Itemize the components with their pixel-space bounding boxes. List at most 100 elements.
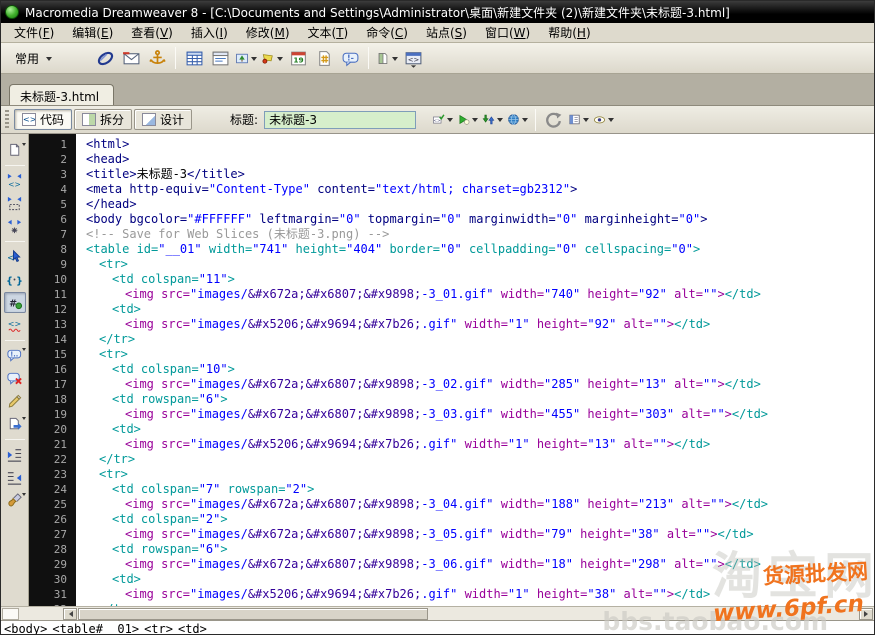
media-icon[interactable]: [260, 46, 284, 70]
design-view-button[interactable]: 设计: [134, 109, 192, 130]
menu-item-site[interactable]: 站点(S): [417, 22, 476, 43]
scroll-left-button[interactable]: [63, 608, 77, 620]
code-line: <td>: [86, 572, 874, 587]
menu-bar: 文件(F)编辑(E)查看(V)插入(I)修改(M)文本(T)命令(C)站点(S)…: [1, 23, 874, 43]
code-line: <td colspan="2">: [86, 512, 874, 527]
menu-item-view[interactable]: 查看(V): [122, 22, 182, 43]
remove-comment-icon[interactable]: [4, 368, 26, 389]
document-tab[interactable]: 未标题-3.html: [9, 84, 114, 105]
table-icon[interactable]: [182, 46, 206, 70]
tag-selector-1[interactable]: <body>: [4, 622, 47, 635]
chevron-down-icon: [608, 118, 614, 125]
tag-selector-2[interactable]: <table#__01>: [52, 622, 139, 635]
code-line: <img src="images/&#x672a;&#x6807;&#x9898…: [86, 407, 874, 422]
line-number: 26: [29, 512, 67, 527]
wrap-tag-icon[interactable]: [4, 391, 26, 412]
browser-check-icon[interactable]: <>: [431, 108, 454, 131]
line-number: 8: [29, 242, 67, 257]
insert-category-dropdown[interactable]: 常用: [9, 47, 58, 70]
image-icon[interactable]: [234, 46, 258, 70]
svg-text:<>: <>: [434, 118, 442, 124]
scrollbar-thumb[interactable]: [78, 608, 428, 620]
scroll-right-button[interactable]: [859, 608, 873, 620]
line-number: 9: [29, 257, 67, 272]
svg-text:!..: !..: [10, 350, 18, 358]
line-number: 12: [29, 302, 67, 317]
line-number: 22: [29, 452, 67, 467]
chevron-down-icon: [583, 118, 589, 125]
line-number: 11: [29, 287, 67, 302]
balance-braces-icon[interactable]: { }: [4, 269, 26, 290]
svg-text:19: 19: [293, 55, 303, 64]
code-line: <td colspan="11">: [86, 272, 874, 287]
line-number: 6: [29, 212, 67, 227]
menu-item-commands[interactable]: 命令(C): [357, 22, 417, 43]
preview-in-browser-icon[interactable]: [456, 108, 479, 131]
split-view-icon: [82, 113, 96, 126]
visual-aids-icon[interactable]: [592, 108, 615, 131]
code-line: <td colspan="7" rowspan="2">: [86, 482, 874, 497]
apply-comment-icon[interactable]: !..: [4, 345, 26, 366]
title-input[interactable]: [264, 111, 416, 129]
menu-item-file[interactable]: 文件(F): [5, 22, 63, 43]
toolbar-grip[interactable]: [5, 110, 9, 130]
email-link-icon[interactable]: [119, 46, 143, 70]
code-editor[interactable]: <html><head><title>未标题-3</title><meta ht…: [76, 134, 874, 606]
collapse-selection-icon[interactable]: [4, 193, 26, 214]
chevron-down-icon: [251, 57, 257, 64]
tag-selector-4[interactable]: <td>: [178, 622, 207, 635]
expand-all-icon[interactable]: [4, 216, 26, 237]
recent-snippets-icon[interactable]: [4, 414, 26, 435]
code-line: <img src="images/&#x672a;&#x6807;&#x9898…: [86, 557, 874, 572]
select-parent-tag-icon[interactable]: <: [4, 246, 26, 267]
svg-text:<>: <>: [8, 180, 21, 189]
document-toolbar: <> 代码 拆分 设计 标题: <>: [1, 106, 874, 134]
date-icon[interactable]: 19: [286, 46, 310, 70]
code-line: <tr>: [86, 257, 874, 272]
insert-div-icon[interactable]: [208, 46, 232, 70]
outdent-code-icon[interactable]: [4, 467, 26, 488]
toolbar-separator: [368, 47, 369, 69]
template-icon[interactable]: [375, 46, 399, 70]
dreamweaver-logo-icon: [5, 5, 19, 19]
tag-selector-3[interactable]: <tr>: [144, 622, 173, 635]
code-line: <!-- Save for Web Slices (未标题-3.png) -->: [86, 227, 874, 242]
globe-icon[interactable]: [506, 108, 529, 131]
svg-text:#: #: [9, 298, 17, 309]
file-management-icon[interactable]: [481, 108, 504, 131]
format-source-code-icon[interactable]: [4, 490, 26, 511]
line-numbers-icon[interactable]: #: [4, 292, 26, 313]
tag-chooser-icon[interactable]: <>: [401, 46, 425, 70]
menu-item-edit[interactable]: 编辑(E): [63, 22, 122, 43]
line-number: 1: [29, 137, 67, 152]
server-side-include-icon[interactable]: [312, 46, 336, 70]
horizontal-scrollbar[interactable]: [1, 606, 874, 620]
menu-item-help[interactable]: 帮助(H): [539, 22, 599, 43]
design-view-label: 设计: [160, 111, 184, 128]
named-anchor-icon[interactable]: [145, 46, 169, 70]
hyperlink-icon[interactable]: [93, 46, 117, 70]
left-arrow-icon: [66, 611, 73, 617]
svg-text:{ }: { }: [6, 276, 23, 287]
open-documents-icon[interactable]: [4, 140, 26, 161]
code-line: <body bgcolor="#FFFFFF" leftmargin="0" t…: [86, 212, 874, 227]
code-line: <img src="images/&#x5206;&#x9694;&#x7b26…: [86, 587, 874, 602]
highlight-invalid-code-icon[interactable]: <>: [4, 315, 26, 336]
view-options-icon[interactable]: [567, 108, 590, 131]
title-field-label: 标题:: [230, 111, 258, 128]
menu-item-insert[interactable]: 插入(I): [182, 22, 237, 43]
code-line: <table id="__01" width="741" height="404…: [86, 242, 874, 257]
indent-code-icon[interactable]: [4, 444, 26, 465]
menu-item-window[interactable]: 窗口(W): [476, 22, 539, 43]
line-number: 3: [29, 167, 67, 182]
collapse-full-tag-icon[interactable]: <>: [4, 170, 26, 191]
menu-item-text[interactable]: 文本(T): [299, 22, 358, 43]
split-view-button[interactable]: 拆分: [74, 109, 132, 130]
line-number: 14: [29, 332, 67, 347]
code-view-button[interactable]: <> 代码: [14, 109, 72, 130]
code-line: <img src="images/&#x5206;&#x9694;&#x7b26…: [86, 437, 874, 452]
menu-item-modify[interactable]: 修改(M): [237, 22, 299, 43]
comment-icon[interactable]: !-: [338, 46, 362, 70]
line-number: 19: [29, 407, 67, 422]
refresh-icon[interactable]: [542, 108, 565, 131]
